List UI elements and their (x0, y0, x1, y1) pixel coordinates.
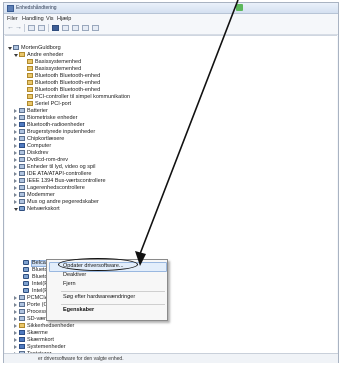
annotation-arrow (135, 0, 239, 266)
annotation-arrow-line (139, 0, 239, 255)
annotation-arrow-head (135, 251, 146, 266)
